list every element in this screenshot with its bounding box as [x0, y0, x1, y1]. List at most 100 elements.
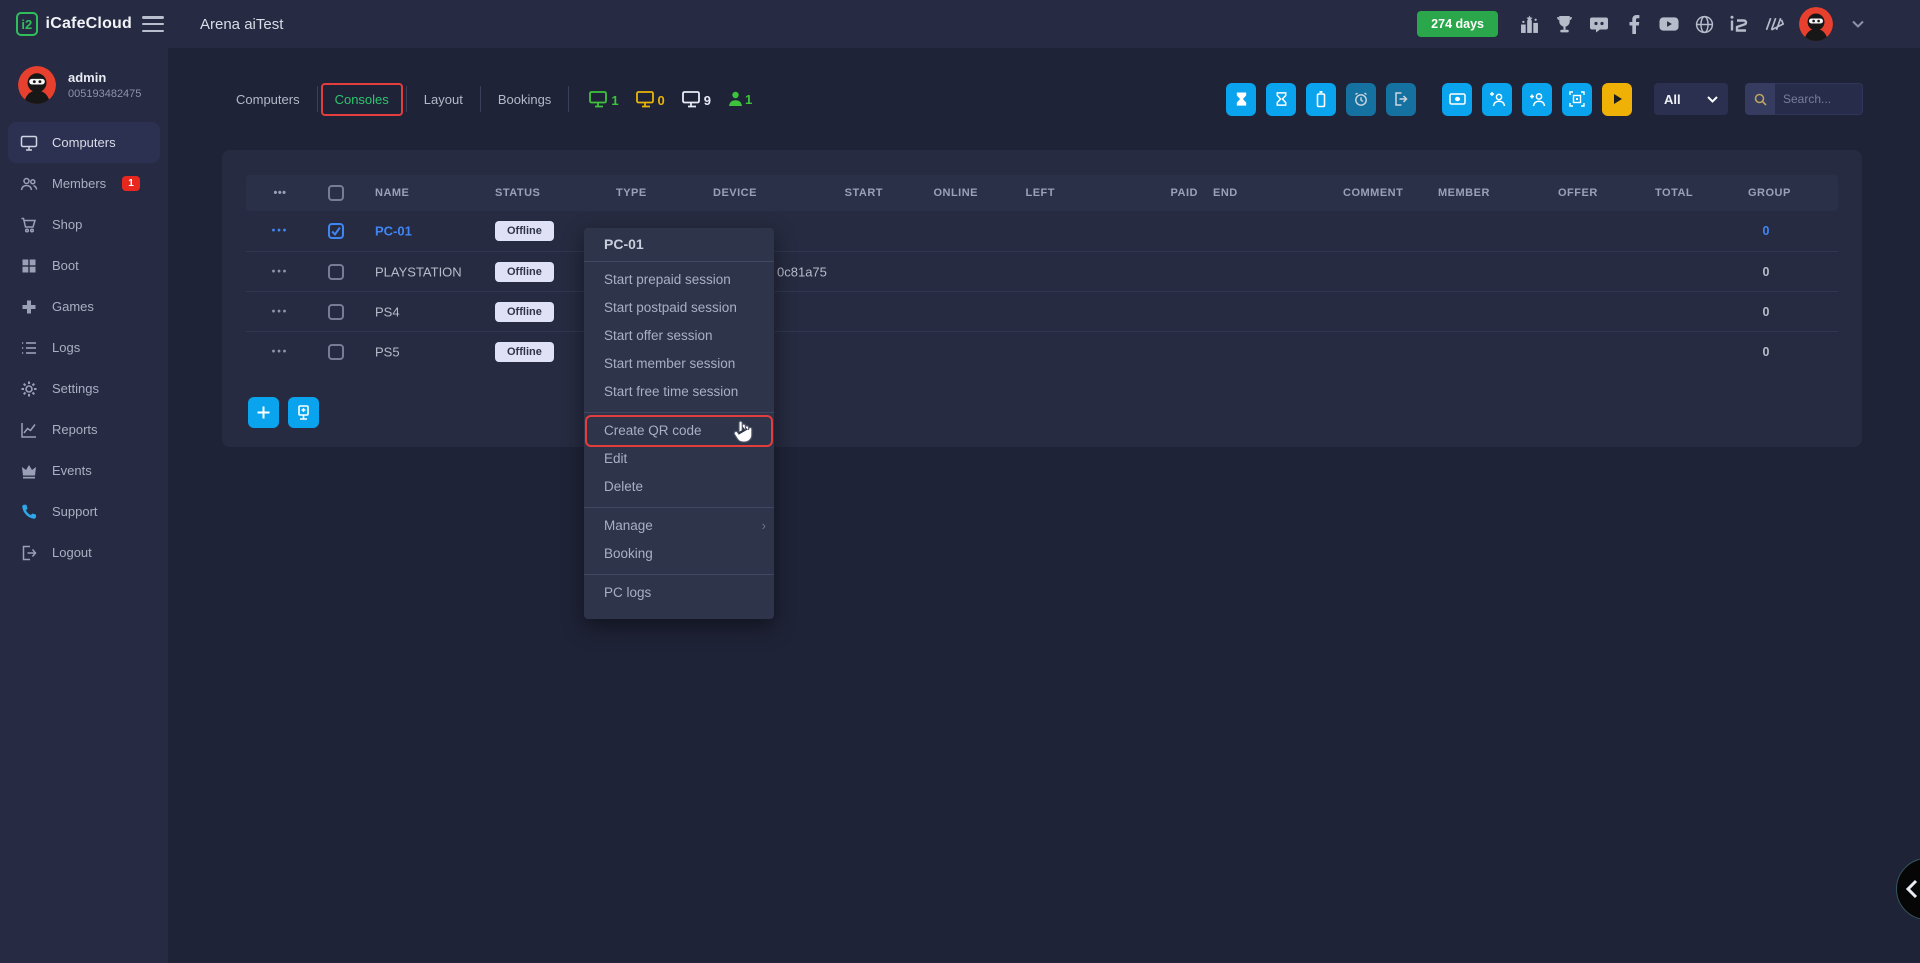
row-name[interactable]: PC-01 [375, 224, 412, 239]
menu-item-start-prepaid-session[interactable]: Start prepaid session [584, 266, 774, 294]
search-input[interactable] [1775, 83, 1863, 115]
page-title: Arena aiTest [200, 16, 283, 33]
facebook-icon[interactable] [1624, 14, 1644, 34]
user-avatar[interactable] [1799, 7, 1833, 41]
row-actions-icon[interactable]: ••• [258, 346, 302, 357]
submenu-arrow-icon: › [762, 512, 766, 540]
sidebar-item-computers[interactable]: Computers [8, 122, 160, 163]
menu-item-start-offer-session[interactable]: Start offer session [584, 322, 774, 350]
trophy-icon[interactable] [1554, 14, 1574, 34]
header-actions-icon: ••• [258, 187, 302, 199]
tab-consoles[interactable]: Consoles [321, 83, 403, 116]
add-console-button[interactable] [248, 397, 279, 428]
sidebar-item-boot[interactable]: Boot [8, 245, 160, 286]
sidebar-item-shop[interactable]: Shop [8, 204, 160, 245]
row-name[interactable]: PS5 [375, 344, 400, 359]
sidebar-item-logs[interactable]: Logs [8, 327, 160, 368]
menu-item-start-member-session[interactable]: Start member session [584, 350, 774, 378]
row-checkbox[interactable] [328, 344, 344, 360]
counter-online: 1 [589, 91, 618, 108]
mobile-session-button[interactable] [1306, 83, 1336, 116]
filter-select[interactable]: All [1654, 83, 1728, 115]
status-badge: Offline [495, 262, 554, 282]
crown-icon [20, 462, 38, 480]
col-comment: COMMENT [1343, 187, 1403, 199]
checkout-button[interactable] [1386, 83, 1416, 116]
sidebar-item-label: Reports [52, 422, 98, 437]
plus-icon [256, 405, 271, 420]
hamburger-menu-icon[interactable] [142, 16, 164, 32]
qr-code-button[interactable] [1562, 83, 1592, 116]
timer-button[interactable] [1346, 83, 1376, 116]
sidebar-item-members[interactable]: Members 1 [8, 163, 160, 204]
row-name[interactable]: PLAYSTATION [375, 264, 462, 279]
layers-icon[interactable] [1764, 14, 1784, 34]
tab-divider [406, 86, 407, 112]
icafecloud-icon[interactable] [1729, 14, 1749, 34]
menu-item-pc-logs[interactable]: PC logs [584, 579, 774, 607]
sidebar-item-label: Events [52, 463, 92, 478]
sidebar-item-logout[interactable]: Logout [8, 532, 160, 573]
tab-divider [568, 86, 569, 112]
sidebar-item-settings[interactable]: Settings [8, 368, 160, 409]
sidebar-item-label: Shop [52, 217, 82, 232]
logout-icon [20, 544, 38, 562]
sidebar-item-label: Games [52, 299, 94, 314]
prepaid-session-button[interactable] [1226, 83, 1256, 116]
menu-item-start-free-time-session[interactable]: Start free time session [584, 378, 774, 406]
status-counters: 1 0 9 1 [589, 91, 752, 108]
row-actions-icon[interactable]: ••• [258, 306, 302, 317]
col-member: MEMBER [1438, 187, 1490, 199]
sidebar-item-label: Computers [52, 135, 116, 150]
col-type: TYPE [616, 187, 647, 199]
phone-icon [20, 503, 38, 521]
tab-layout[interactable]: Layout [410, 83, 477, 116]
postpaid-session-button[interactable] [1266, 83, 1296, 116]
row-checkbox[interactable] [328, 264, 344, 280]
row-checkbox[interactable] [328, 223, 344, 239]
select-all-checkbox[interactable] [328, 185, 344, 201]
add-member-button[interactable] [1522, 83, 1552, 116]
sidebar-item-events[interactable]: Events [8, 450, 160, 491]
row-name[interactable]: PS4 [375, 304, 400, 319]
sidebar-item-games[interactable]: Games [8, 286, 160, 327]
row-group: 0 [1748, 305, 1784, 319]
col-online: ONLINE [918, 187, 978, 199]
status-badge: Offline [495, 302, 554, 322]
row-actions-icon[interactable]: ••• [258, 226, 302, 237]
globe-icon[interactable] [1694, 14, 1714, 34]
sidebar-item-label: Boot [52, 258, 79, 273]
add-member-offer-button[interactable] [1482, 83, 1512, 116]
license-days-badge[interactable]: 274 days [1417, 11, 1498, 37]
alarm-clock-icon [1353, 91, 1369, 107]
sidebar-item-support[interactable]: Support [8, 491, 160, 532]
menu-item-booking[interactable]: Booking [584, 540, 774, 568]
menu-item-edit[interactable]: Edit [584, 445, 774, 473]
toolbar: Computers Consoles Layout Bookings 1 0 9 [222, 77, 1863, 121]
payment-button[interactable] [1442, 83, 1472, 116]
menu-item-label: Manage [604, 518, 653, 533]
discord-icon[interactable] [1589, 14, 1609, 34]
menu-item-manage[interactable]: Manage › [584, 512, 774, 540]
sidebar-item-reports[interactable]: Reports [8, 409, 160, 450]
add-device-button[interactable] [288, 397, 319, 428]
menu-item-start-postpaid-session[interactable]: Start postpaid session [584, 294, 774, 322]
row-checkbox[interactable] [328, 304, 344, 320]
tab-bookings[interactable]: Bookings [484, 83, 565, 116]
youtube-icon[interactable] [1659, 14, 1679, 34]
tab-computers[interactable]: Computers [222, 83, 314, 116]
sidebar-avatar[interactable] [18, 66, 56, 104]
sidebar-item-label: Members [52, 176, 106, 191]
monitor-plus-icon [295, 404, 312, 421]
view-tabs: Computers Consoles Layout Bookings [222, 83, 572, 116]
chevron-down-icon[interactable] [1848, 14, 1868, 34]
row-actions-icon[interactable]: ••• [258, 266, 302, 277]
context-menu-title: PC-01 [584, 228, 774, 262]
row-device: 0c81a75 [777, 264, 827, 279]
col-left: LEFT [995, 187, 1055, 199]
ranking-icon[interactable] [1519, 14, 1539, 34]
start-session-button[interactable] [1602, 83, 1632, 116]
col-device: DEVICE [713, 187, 757, 199]
menu-item-delete[interactable]: Delete [584, 473, 774, 501]
row-group[interactable]: 0 [1748, 224, 1784, 238]
